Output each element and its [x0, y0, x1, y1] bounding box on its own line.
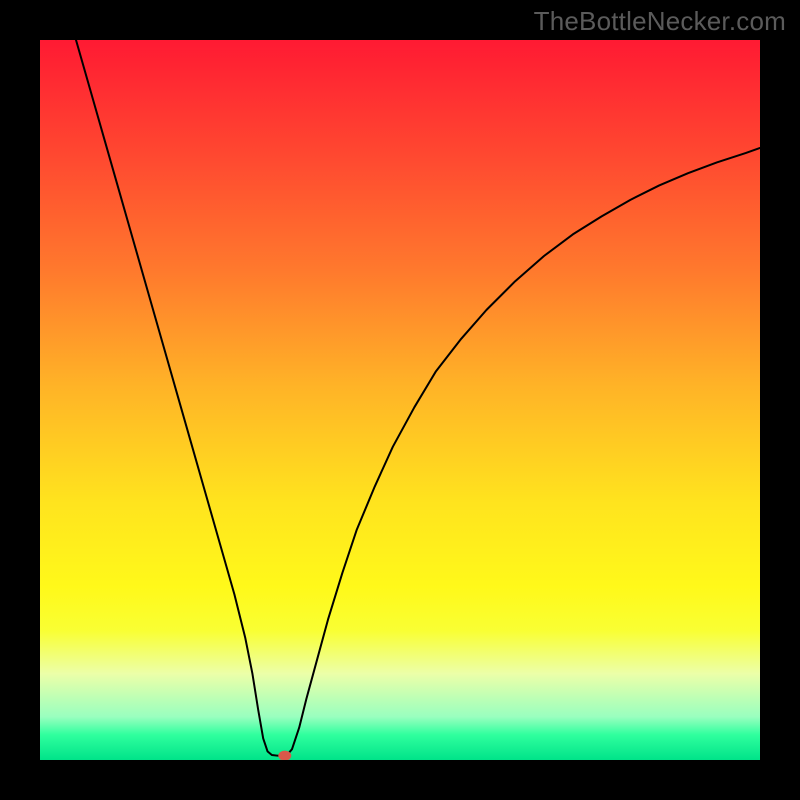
gradient-background — [40, 40, 760, 760]
chart-frame: TheBottleNecker.com — [0, 0, 800, 800]
bottleneck-curve-chart — [40, 40, 760, 760]
plot-area — [40, 40, 760, 760]
watermark-text: TheBottleNecker.com — [534, 6, 786, 37]
